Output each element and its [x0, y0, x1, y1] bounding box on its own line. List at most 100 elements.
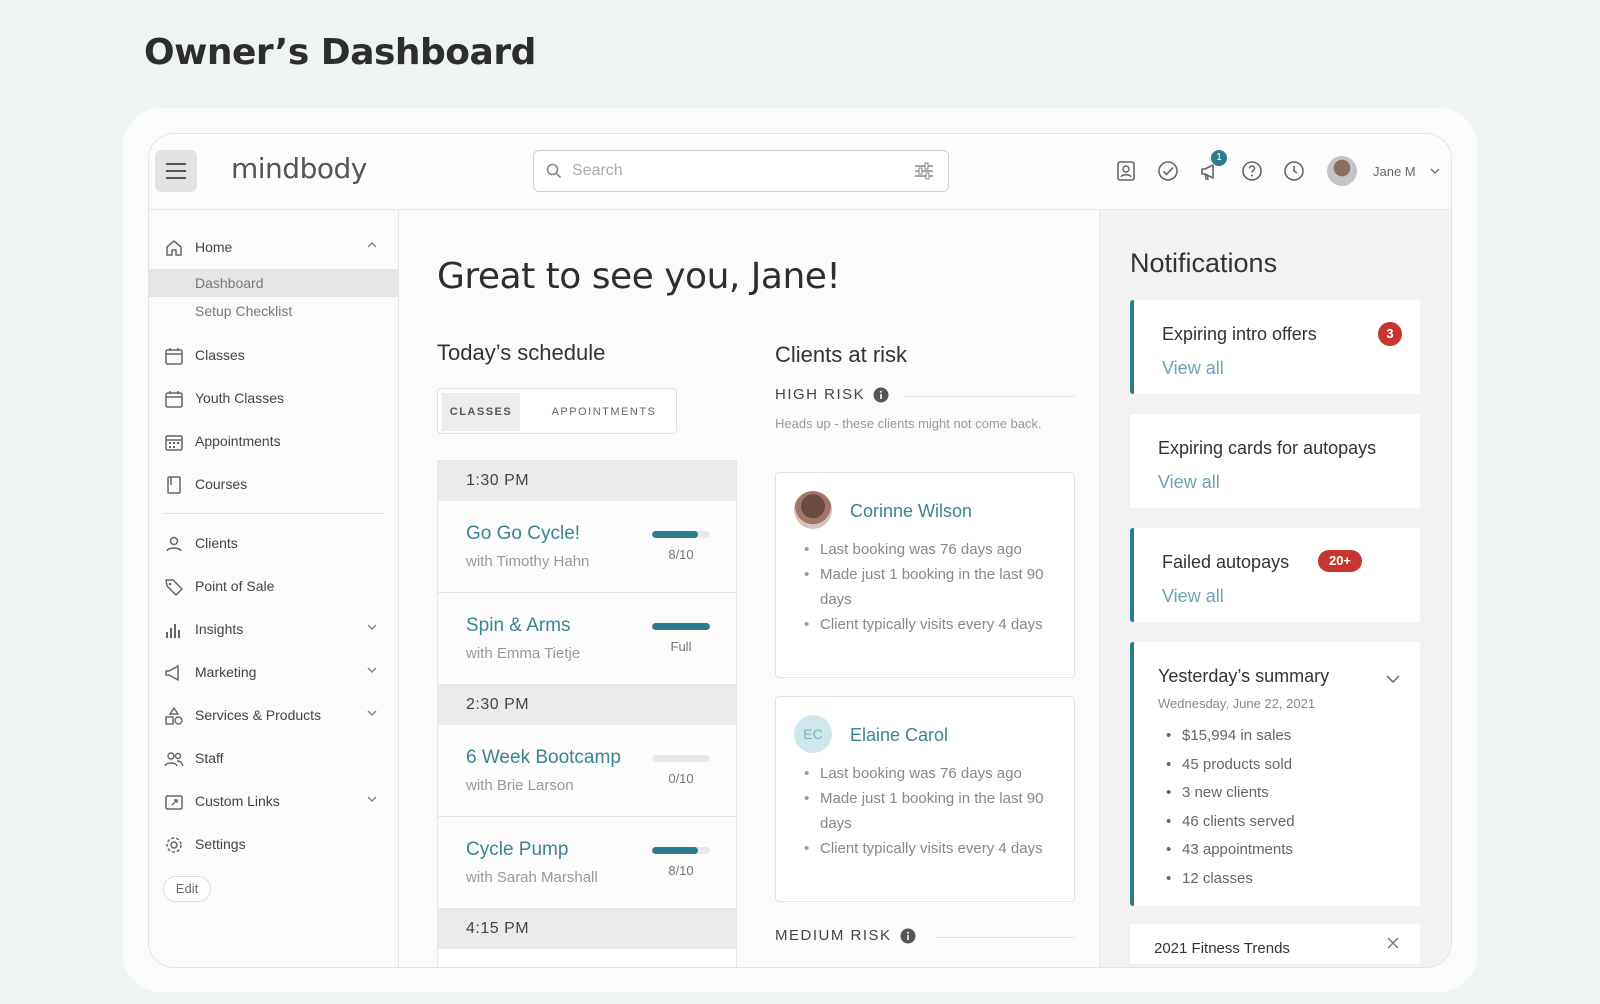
notification-card[interactable]: Expiring cards for autopays View all	[1130, 414, 1420, 508]
edit-button[interactable]: Edit	[163, 876, 211, 902]
chevron-down-icon[interactable]	[365, 706, 379, 720]
schedule-toggle: CLASSES APPOINTMENTS	[437, 388, 677, 434]
summary-title: Yesterday’s summary	[1158, 666, 1330, 686]
capacity-bar	[652, 755, 710, 762]
calendar-icon	[163, 345, 185, 367]
time-header: 2:30 PM	[438, 685, 736, 725]
main-content: Great to see you, Jane! Today’s schedule…	[399, 210, 1099, 967]
class-item[interactable]: Cycle Pump with Sarah Marshall 8/10	[438, 817, 736, 909]
time-header: 1:30 PM	[438, 461, 736, 501]
sidebar-item-label: Classes	[195, 347, 245, 363]
sidebar-subitem-setup-checklist[interactable]: Setup Checklist	[149, 297, 399, 325]
sidebar-item-marketing[interactable]: Marketing	[149, 655, 399, 689]
sidebar-item-classes[interactable]: Classes	[149, 338, 399, 372]
client-risk-details: Last booking was 76 days ago Made just 1…	[804, 537, 1064, 637]
sidebar-item-appointments[interactable]: Appointments	[149, 424, 399, 458]
capacity-label: 0/10	[668, 771, 694, 786]
filter-icon[interactable]	[914, 162, 934, 180]
list-item: Client typically visits every 4 days	[804, 612, 1064, 637]
notifications-title: Notifications	[1130, 248, 1278, 278]
count-badge: 20+	[1318, 550, 1362, 572]
medium-risk-label: MEDIUM RISK	[775, 927, 916, 944]
bar-chart-icon	[163, 619, 185, 641]
sidebar-item-youth-classes[interactable]: Youth Classes	[149, 381, 399, 415]
count-badge: 3	[1378, 322, 1402, 346]
notification-card[interactable]: Failed autopays View all 20+	[1130, 528, 1420, 622]
sidebar-item-label: Courses	[195, 476, 248, 492]
class-name[interactable]: Spin & Arms	[466, 615, 571, 637]
summary-list: $15,994 in sales 45 products sold 3 new …	[1166, 722, 1295, 893]
list-item: Last booking was 76 days ago	[804, 761, 1064, 786]
menu-icon[interactable]	[155, 150, 197, 192]
check-circle-icon[interactable]	[1153, 156, 1183, 186]
contacts-icon[interactable]	[1111, 156, 1141, 186]
sidebar-item-label: Appointments	[195, 433, 281, 449]
class-name[interactable]: 6 Week Bootcamp	[466, 747, 621, 769]
notification-title: Failed autopays	[1162, 552, 1290, 572]
sidebar-item-clients[interactable]: Clients	[149, 526, 399, 560]
sidebar-item-home[interactable]: Home	[149, 230, 399, 264]
clients-at-risk-title: Clients at risk	[775, 342, 908, 367]
user-name[interactable]: Jane M	[1373, 164, 1416, 179]
sidebar-item-services-products[interactable]: Services & Products	[149, 698, 399, 732]
megaphone-icon[interactable]: 1	[1195, 150, 1227, 186]
page-heading: Owner’s Dashboard	[144, 32, 536, 73]
sidebar-item-courses[interactable]: Courses	[149, 467, 399, 501]
class-name[interactable]: Go Go Cycle!	[466, 523, 580, 545]
chevron-down-icon[interactable]	[1384, 670, 1402, 688]
chevron-up-icon[interactable]	[365, 238, 379, 252]
info-icon[interactable]	[900, 928, 916, 944]
sidebar-item-custom-links[interactable]: Custom Links	[149, 784, 399, 818]
notification-card[interactable]: 2021 Fitness Trends	[1130, 924, 1420, 964]
client-name[interactable]: Elaine Carol	[850, 725, 948, 746]
tag-icon	[163, 576, 185, 598]
tab-classes[interactable]: CLASSES	[442, 393, 520, 431]
notification-title: Expiring intro offers	[1162, 324, 1317, 344]
capacity-label: 8/10	[668, 863, 694, 878]
clock-icon[interactable]	[1279, 156, 1309, 186]
client-card[interactable]: Corinne Wilson Last booking was 76 days …	[775, 472, 1075, 678]
brand-logo[interactable]: mindbody	[231, 152, 367, 185]
sidebar-item-label: Youth Classes	[195, 390, 284, 406]
sidebar-item-label: Settings	[195, 836, 246, 852]
sidebar-subitem-dashboard[interactable]: Dashboard	[149, 269, 399, 297]
sidebar-item-label: Home	[195, 239, 233, 255]
client-name[interactable]: Corinne Wilson	[850, 501, 972, 522]
view-all-link[interactable]: View all	[1162, 586, 1224, 607]
capacity-bar	[652, 531, 710, 538]
calendar-grid-icon	[163, 431, 185, 453]
info-icon[interactable]	[873, 387, 889, 403]
chevron-down-icon[interactable]	[365, 663, 379, 677]
sidebar-item-insights[interactable]: Insights	[149, 612, 399, 646]
sidebar-item-point-of-sale[interactable]: Point of Sale	[149, 569, 399, 603]
capacity-bar	[652, 847, 710, 854]
list-item: 43 appointments	[1166, 836, 1295, 865]
chevron-down-icon[interactable]	[1428, 164, 1442, 178]
client-card[interactable]: EC Elaine Carol Last booking was 76 days…	[775, 696, 1075, 902]
class-item[interactable]: Go Go Cycle! with Timothy Hahn 8/10	[438, 501, 736, 593]
avatar[interactable]	[1327, 156, 1357, 186]
tab-appointments[interactable]: APPOINTMENTS	[538, 393, 670, 431]
class-item[interactable]: 6 Week Bootcamp with Brie Larson 0/10	[438, 725, 736, 817]
high-risk-note: Heads up - these clients might not come …	[775, 416, 1042, 431]
notification-title: 2021 Fitness Trends	[1154, 940, 1290, 957]
view-all-link[interactable]: View all	[1158, 472, 1220, 493]
help-icon[interactable]	[1237, 156, 1267, 186]
sidebar-item-staff[interactable]: Staff	[149, 741, 399, 775]
class-instructor: with Emma Tietje	[466, 645, 581, 662]
view-all-link[interactable]: View all	[1162, 358, 1224, 379]
search-input[interactable]: Search	[533, 150, 949, 192]
sidebar-item-label: Marketing	[195, 664, 257, 680]
sidebar-item-settings[interactable]: Settings	[149, 827, 399, 861]
divider	[905, 396, 1075, 397]
close-icon[interactable]	[1386, 936, 1400, 950]
capacity-label: 8/10	[668, 547, 694, 562]
class-item[interactable]: Spin & Arms with Emma Tietje Full	[438, 593, 736, 685]
class-name[interactable]: Cycle Pump	[466, 839, 568, 861]
chevron-down-icon[interactable]	[365, 792, 379, 806]
notification-card[interactable]: Expiring intro offers View all 3	[1130, 300, 1420, 394]
sidebar-item-label: Custom Links	[195, 793, 280, 809]
sidebar-subitem-label: Dashboard	[195, 275, 264, 291]
yesterday-summary-card[interactable]: Yesterday’s summary Wednesday, June 22, …	[1130, 642, 1420, 906]
chevron-down-icon[interactable]	[365, 620, 379, 634]
